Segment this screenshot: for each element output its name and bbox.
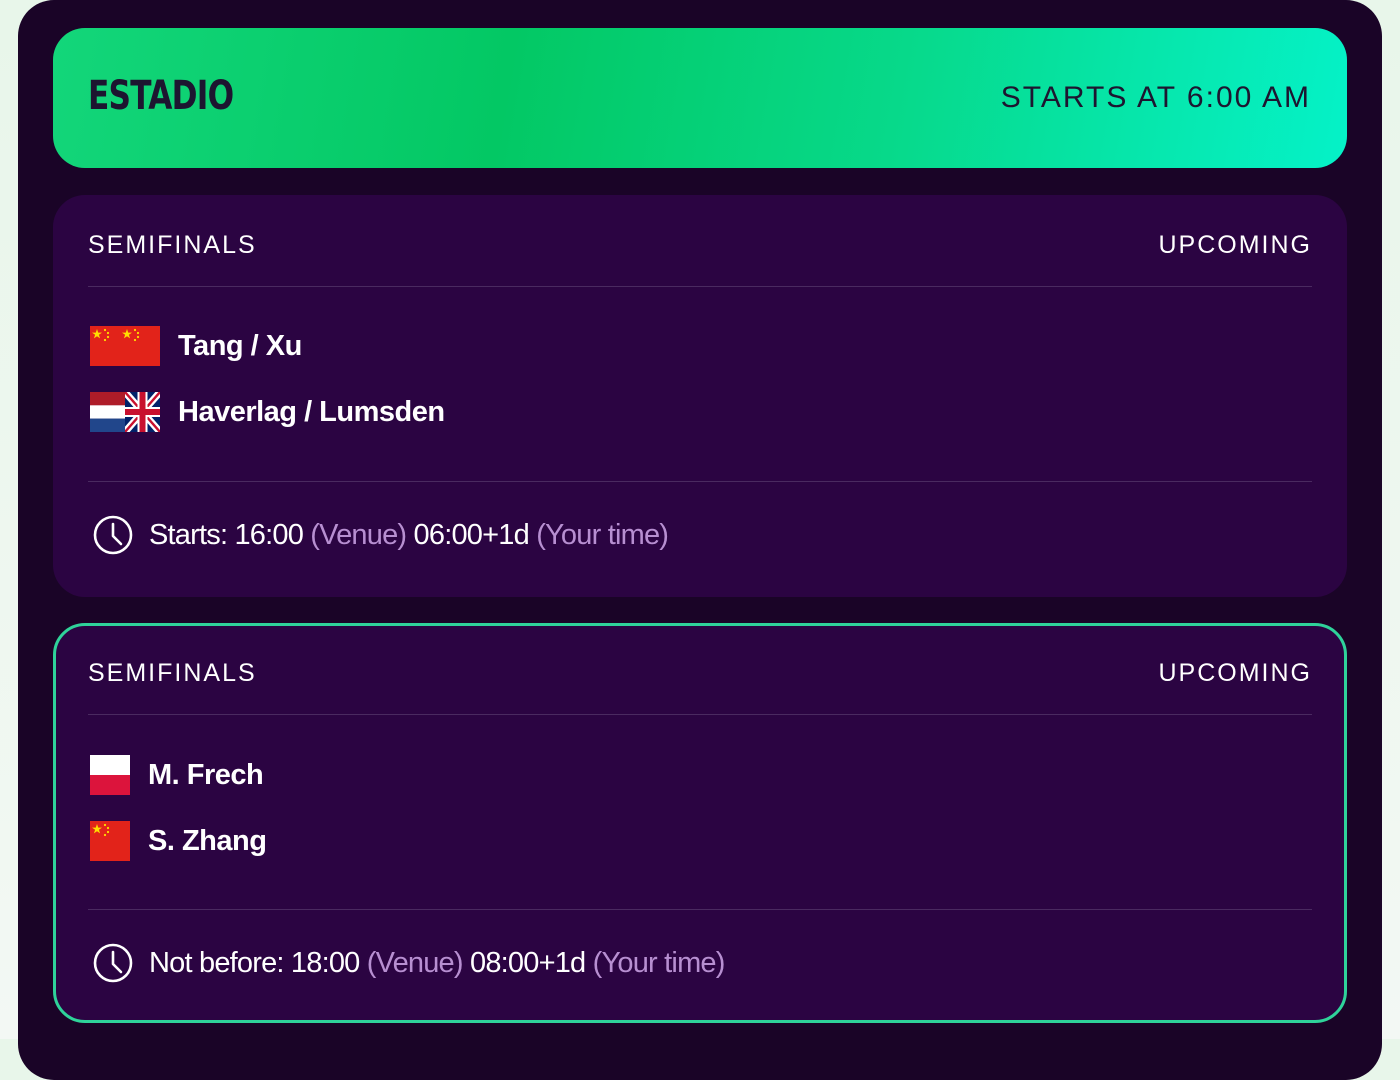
start-time-local: 06:00+1d (413, 518, 530, 551)
player-row: S. Zhang (90, 821, 267, 861)
match-card-header: SEMIFINALS UPCOMING (88, 655, 1312, 691)
netherlands-flag-icon (90, 392, 125, 432)
local-tag: (Your time) (592, 946, 726, 979)
clock-icon (93, 515, 133, 555)
match-card[interactable]: SEMIFINALS UPCOMING Tang / Xu Haverlag /… (53, 195, 1347, 597)
start-time-venue: Starts: 16:00 (149, 518, 304, 551)
round-label: SEMIFINALS (88, 230, 257, 259)
player-name[interactable]: M. Frech (148, 759, 264, 792)
start-time-venue: Not before: 18:00 (149, 946, 360, 979)
player-row: M. Frech (90, 755, 264, 795)
divider (88, 909, 1312, 910)
match-card-header: SEMIFINALS UPCOMING (88, 227, 1312, 263)
venue-title: ESTADIO (88, 73, 234, 119)
china-flag-icon (90, 326, 160, 366)
player-name[interactable]: Haverlag / Lumsden (178, 396, 445, 429)
uk-flag-icon (125, 392, 160, 432)
match-card-highlighted[interactable]: SEMIFINALS UPCOMING M. Frech S. Zhang No… (53, 623, 1347, 1023)
round-label: SEMIFINALS (88, 658, 257, 687)
clock-icon (93, 943, 133, 983)
player-name[interactable]: Tang / Xu (178, 330, 302, 363)
schedule-panel: ESTADIO STARTS AT 6:00 AM SEMIFINALS UPC… (18, 0, 1382, 1080)
player-row: Tang / Xu (90, 326, 302, 366)
china-flag-icon (90, 821, 130, 861)
venue-tag: (Venue) (366, 946, 464, 979)
status-badge: UPCOMING (1158, 230, 1312, 259)
status-badge: UPCOMING (1158, 658, 1312, 687)
local-tag: (Your time) (536, 518, 669, 551)
player-row: Haverlag / Lumsden (90, 392, 445, 432)
match-time: Not before: 18:00 (Venue) 08:00+1d (Your… (93, 943, 725, 983)
venue-tag: (Venue) (310, 518, 407, 551)
player-name[interactable]: S. Zhang (148, 825, 267, 858)
poland-flag-icon (90, 755, 130, 795)
match-time: Starts: 16:00 (Venue) 06:00+1d (Your tim… (93, 515, 669, 555)
start-time-local: 08:00+1d (470, 946, 586, 979)
divider (88, 481, 1312, 482)
venue-start-time: STARTS AT 6:00 AM (1000, 81, 1311, 114)
venue-header: ESTADIO STARTS AT 6:00 AM (53, 28, 1347, 168)
divider (88, 714, 1312, 715)
divider (88, 286, 1312, 287)
